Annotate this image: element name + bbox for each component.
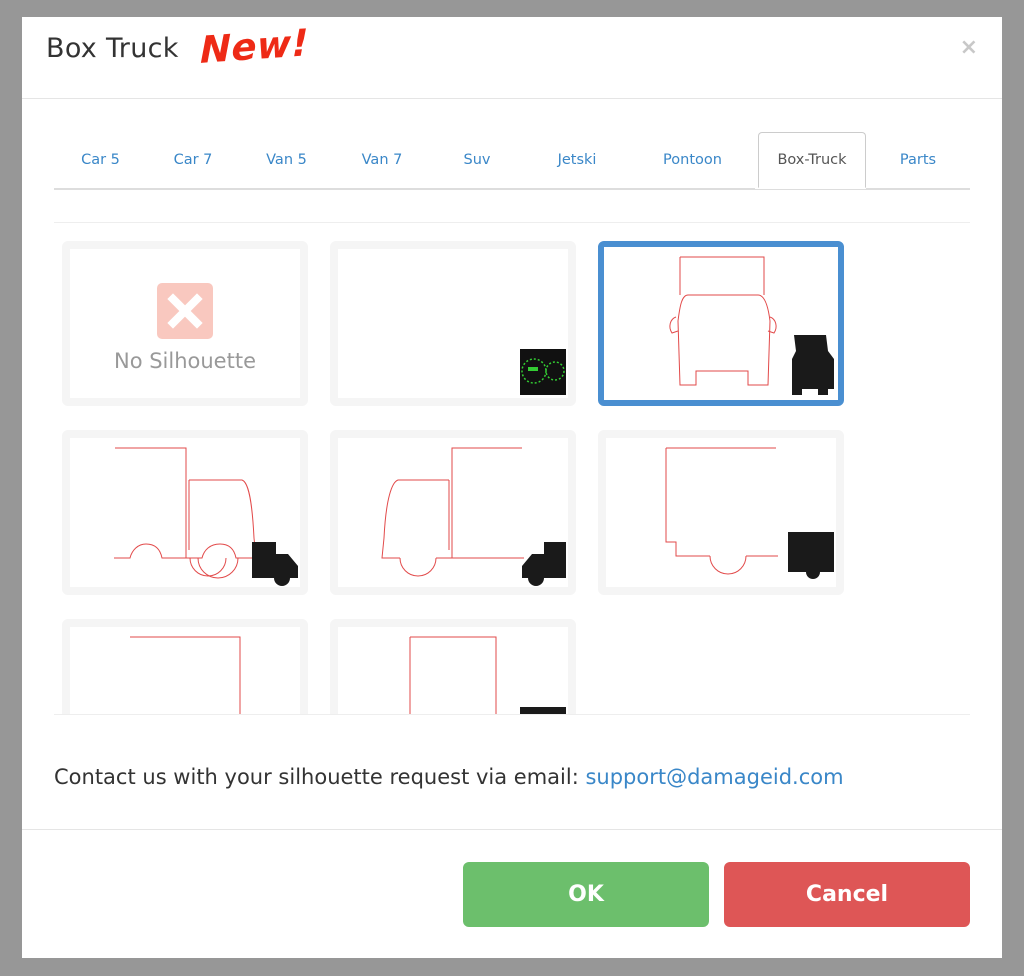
support-email-link[interactable]: support@damageid.com — [585, 765, 843, 789]
tile-dashboard[interactable] — [330, 241, 576, 406]
new-badge: New! — [200, 21, 309, 72]
tab-van-5[interactable]: Van 5 — [239, 132, 334, 189]
silhouette-grid: No Silhouette — [54, 222, 970, 715]
box-truck-back-icon — [520, 707, 566, 714]
vehicle-tabs: Car 5 Car 7 Van 5 Van 7 Suv Jetski Ponto… — [54, 132, 970, 190]
tab-box-truck[interactable]: Box-Truck — [758, 132, 866, 188]
box-truck-front-silhouette — [669, 256, 834, 395]
tile-box-truck-top[interactable] — [62, 619, 308, 714]
cancel-button[interactable]: Cancel — [724, 862, 970, 927]
tile-no-silhouette[interactable]: No Silhouette — [62, 241, 308, 406]
contact-text: Contact us with your silhouette request … — [54, 765, 586, 789]
dashboard-gauge-icon — [520, 349, 566, 395]
tile-box-truck-front[interactable] — [598, 241, 844, 406]
tile-box-truck-rear[interactable] — [598, 430, 844, 595]
tab-van-7[interactable]: Van 7 — [334, 132, 430, 189]
no-silhouette-label: No Silhouette — [113, 349, 256, 373]
silhouette-dialog: Box Truck New! × Car 5 Car 7 Van 5 Van 7… — [22, 17, 1002, 958]
close-icon[interactable]: × — [960, 35, 978, 60]
tab-car-5[interactable]: Car 5 — [54, 132, 147, 189]
box-truck-back-silhouette — [409, 636, 566, 714]
box-truck-left-silhouette — [381, 447, 566, 586]
box-truck-right-silhouette — [114, 447, 298, 586]
box-truck-right-icon — [252, 542, 298, 586]
box-truck-rear-silhouette — [665, 447, 834, 579]
tab-jetski[interactable]: Jetski — [524, 132, 630, 189]
tab-car-7[interactable]: Car 7 — [147, 132, 239, 189]
dialog-footer: OK Cancel — [22, 829, 1002, 959]
tab-pontoon[interactable]: Pontoon — [630, 132, 755, 189]
box-truck-rear-icon — [788, 532, 834, 579]
box-truck-top-silhouette — [130, 636, 241, 714]
tile-box-truck-left[interactable] — [330, 430, 576, 595]
tab-parts[interactable]: Parts — [866, 132, 970, 189]
box-truck-left-icon — [522, 542, 566, 586]
ok-button[interactable]: OK — [463, 862, 709, 927]
close-icon — [157, 283, 213, 339]
tab-suv[interactable]: Suv — [430, 132, 524, 189]
box-truck-front-icon — [792, 335, 834, 395]
dialog-title: Box Truck — [46, 33, 179, 64]
contact-line: Contact us with your silhouette request … — [54, 765, 844, 789]
tile-box-truck-right[interactable] — [62, 430, 308, 595]
tile-box-truck-back[interactable] — [330, 619, 576, 714]
dialog-header: Box Truck New! × — [22, 17, 1002, 99]
